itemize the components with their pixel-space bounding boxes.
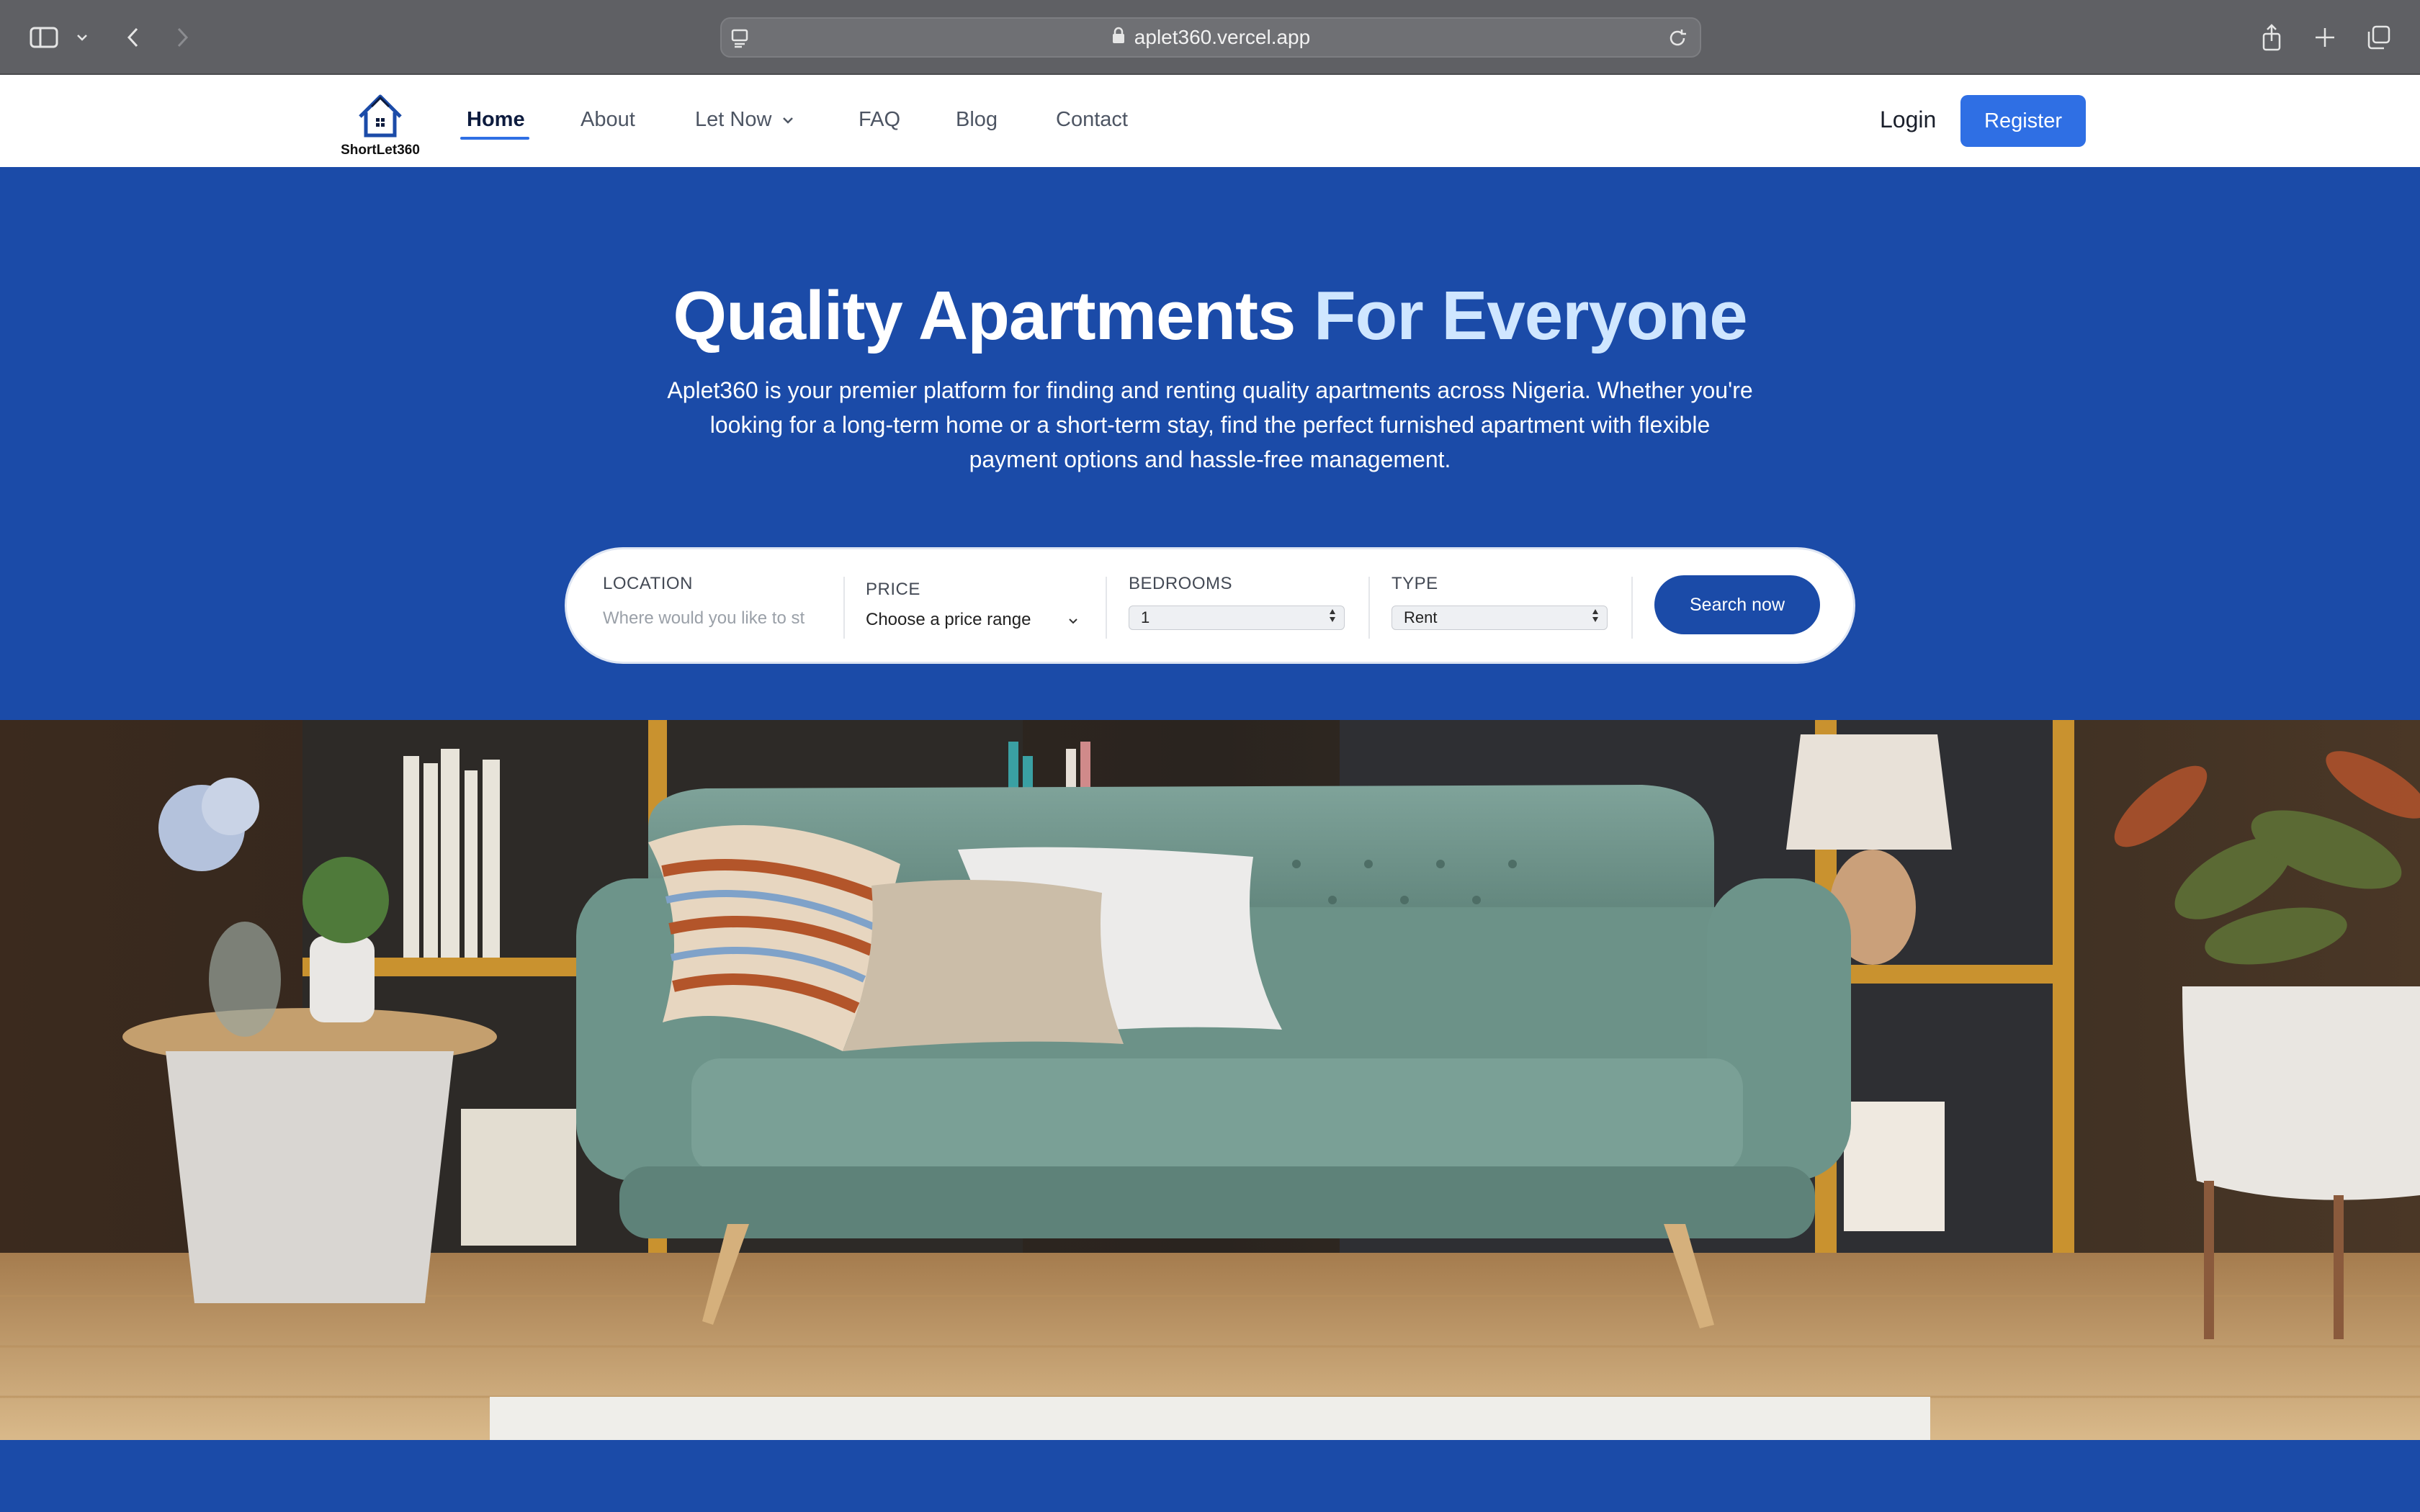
price-value: Choose a price range <box>866 610 1031 629</box>
type-label: TYPE <box>1392 574 1438 593</box>
nav-let-now-label: Let Now <box>695 108 772 131</box>
hero-title-main: Quality Apartments <box>673 277 1296 354</box>
updown-arrows-icon <box>1328 608 1337 628</box>
chevron-down-icon <box>1067 610 1079 630</box>
search-now-button[interactable]: Search now <box>1654 575 1820 634</box>
hero-title-highlight: For Everyone <box>1314 277 1748 354</box>
divider <box>843 577 845 639</box>
register-button[interactable]: Register <box>1960 95 2086 147</box>
divider <box>1106 577 1107 639</box>
house-logo-icon <box>359 94 402 138</box>
lock-icon <box>1111 26 1126 49</box>
nav-contact[interactable]: Contact <box>1056 108 1128 132</box>
bedrooms-label: BEDROOMS <box>1129 574 1233 593</box>
hero-section: Quality Apartments For Everyone Aplet360… <box>0 167 2420 720</box>
bedrooms-field[interactable]: BEDROOMS 1 <box>1129 574 1345 640</box>
divider <box>1368 577 1370 639</box>
price-label: PRICE <box>866 580 920 599</box>
type-value: Rent <box>1404 608 1438 626</box>
location-label: LOCATION <box>603 574 693 593</box>
tab-overview-icon[interactable] <box>2365 19 2393 56</box>
nav-about[interactable]: About <box>581 108 635 132</box>
chevron-down-icon[interactable] <box>72 19 92 56</box>
nav-let-now[interactable]: Let Now <box>695 108 794 132</box>
search-bar: LOCATION Where would you like to st PRIC… <box>565 547 1855 664</box>
browser-toolbar: aplet360.vercel.app <box>0 0 2420 75</box>
reload-icon[interactable] <box>1667 27 1688 53</box>
sidebar-toggle-icon[interactable] <box>27 19 60 56</box>
type-field[interactable]: TYPE Rent <box>1392 574 1608 640</box>
forward-icon[interactable] <box>171 19 193 56</box>
hero-description: Aplet360 is your premier platform for fi… <box>667 377 1753 472</box>
divider <box>1631 577 1633 639</box>
price-field[interactable]: PRICE Choose a price range <box>866 580 1079 646</box>
site-logo[interactable]: ShortLet360 <box>336 85 425 160</box>
nav-faq[interactable]: FAQ <box>859 108 900 132</box>
new-tab-icon[interactable] <box>2312 19 2338 56</box>
address-bar[interactable]: aplet360.vercel.app <box>720 17 1701 58</box>
next-section-band <box>0 1440 2420 1512</box>
chevron-down-icon <box>781 116 794 125</box>
hero-image <box>0 720 2420 1440</box>
nav-home[interactable]: Home <box>467 108 525 132</box>
hero-title: Quality Apartments For Everyone <box>0 276 2420 356</box>
price-select[interactable]: Choose a price range <box>866 610 1079 630</box>
back-icon[interactable] <box>122 19 144 56</box>
location-input[interactable]: Where would you like to st <box>603 608 819 629</box>
location-field[interactable]: LOCATION Where would you like to st <box>603 574 819 640</box>
nav-blog[interactable]: Blog <box>956 108 998 132</box>
share-icon[interactable] <box>2259 19 2285 56</box>
type-select[interactable]: Rent <box>1392 606 1608 630</box>
updown-arrows-icon <box>1591 608 1600 628</box>
active-nav-indicator <box>460 137 529 140</box>
bedrooms-value: 1 <box>1141 608 1150 626</box>
url-text: aplet360.vercel.app <box>1134 26 1311 48</box>
living-room-photo <box>0 720 2420 1440</box>
bedrooms-select[interactable]: 1 <box>1129 606 1345 630</box>
site-navbar: ShortLet360 Home About Let Now FAQ Blog … <box>0 75 2420 167</box>
login-link[interactable]: Login <box>1880 107 1936 133</box>
logo-text: ShortLet360 <box>341 143 420 158</box>
